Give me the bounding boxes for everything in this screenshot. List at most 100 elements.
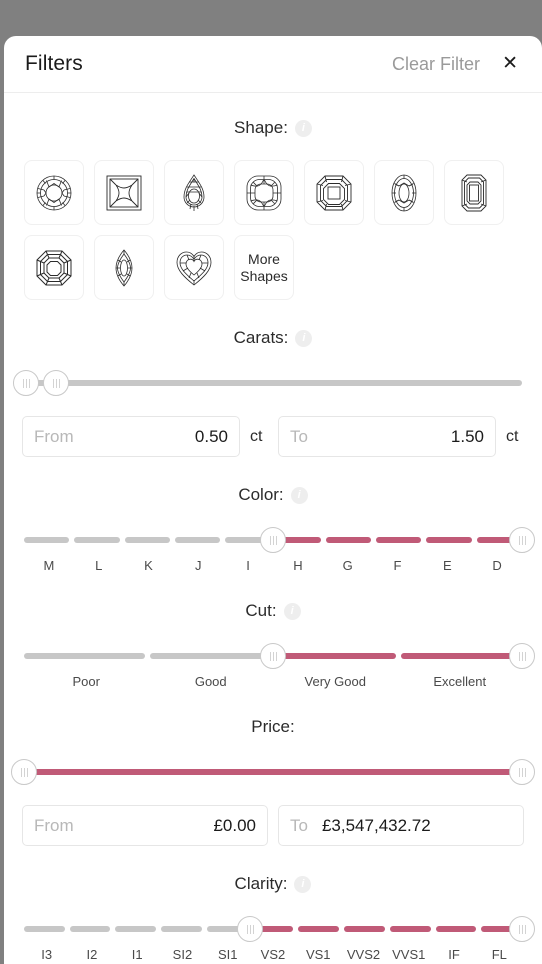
info-icon[interactable]: i <box>294 875 312 893</box>
slider-segment <box>325 537 372 543</box>
color-section: Color: i M L K J I H G F E D <box>4 485 542 573</box>
slider-segment <box>69 926 111 932</box>
slider-segment <box>344 926 385 932</box>
slider-tick-label: J <box>195 558 202 573</box>
shape-tile-pear[interactable] <box>164 160 224 225</box>
shape-tile-asscher[interactable] <box>304 160 364 225</box>
carats-section-title: Carats: i <box>4 328 542 348</box>
modal-body: Shape: i More Shapes Carats: i From 0.50… <box>4 118 542 964</box>
slider-tick-label: VVS2 <box>346 947 381 962</box>
price-from-field[interactable]: From £0.00 <box>22 805 268 846</box>
carats-to-field[interactable]: To 1.50 <box>278 416 496 457</box>
shape-tile-emerald[interactable] <box>444 160 504 225</box>
cut-handle-low[interactable] <box>260 643 286 669</box>
price-section: Price: From £0.00 To £3,547,432.72 <box>4 717 542 846</box>
color-handle-low[interactable] <box>260 527 286 553</box>
shape-tile-princess[interactable] <box>94 160 154 225</box>
heart-icon <box>171 245 217 291</box>
color-section-title: Color: i <box>4 485 542 505</box>
shape-tile-round[interactable] <box>24 160 84 225</box>
slider-segment <box>115 926 157 932</box>
color-ticks: MLKJIHGFED <box>4 558 542 573</box>
slider-tick-label: VVS1 <box>392 947 426 962</box>
slider-segment <box>376 537 422 543</box>
carats-slider[interactable] <box>13 370 522 396</box>
price-handle-high[interactable] <box>509 759 535 785</box>
clarity-slider[interactable] <box>24 916 535 942</box>
price-slider[interactable] <box>11 759 535 785</box>
price-to-field[interactable]: To £3,547,432.72 <box>278 805 524 846</box>
slider-tick-label: E <box>442 558 452 573</box>
cut-ticks: Poor Good Very Good Excellent <box>4 674 542 689</box>
slider-tick-label: M <box>43 558 55 573</box>
clarity-section: Clarity: i I3 I2 I1 SI2 SI1 VS2 VS1 VVS2 VVS1 IF F… <box>4 874 542 962</box>
carats-to-placeholder: To <box>290 426 308 446</box>
carats-track <box>24 380 522 386</box>
slider-segment <box>174 537 221 543</box>
slider-segment <box>435 926 477 932</box>
color-handle-high[interactable] <box>509 527 535 553</box>
close-icon[interactable]: ✕ <box>500 52 520 75</box>
carats-from-field[interactable]: From 0.50 <box>22 416 240 457</box>
carats-handle-low[interactable] <box>13 370 40 396</box>
carats-to-unit: ct <box>506 427 519 445</box>
slider-segment <box>298 926 340 932</box>
info-icon[interactable]: i <box>283 602 301 620</box>
octagon-icon <box>31 245 77 291</box>
carats-inputs: From 0.50 ct To 1.50 ct <box>4 416 542 457</box>
carats-label: Carats: <box>233 328 289 347</box>
oval-icon <box>381 170 427 216</box>
shape-label: Shape: <box>234 118 288 137</box>
clarity-track <box>24 926 523 932</box>
slider-segment <box>389 926 431 932</box>
slider-tick-label: L <box>95 558 103 573</box>
carats-handle-high[interactable] <box>43 370 70 396</box>
shape-tile-marquise[interactable] <box>94 235 154 300</box>
shape-tile-more-shapes[interactable]: More Shapes <box>234 235 294 300</box>
slider-tick-label: F <box>393 558 402 573</box>
slider-tick-label: SI1 <box>217 947 238 962</box>
slider-tick-label: Good <box>194 674 227 689</box>
cut-section-title: Cut: i <box>4 601 542 621</box>
carats-from-unit: ct <box>250 427 263 445</box>
marquise-icon <box>101 245 147 291</box>
cut-handle-high[interactable] <box>509 643 535 669</box>
clarity-label: Clarity: <box>234 874 288 893</box>
shape-tile-cushion[interactable] <box>234 160 294 225</box>
slider-tick-label: I3 <box>41 947 53 962</box>
slider-segment <box>149 653 271 659</box>
price-track <box>24 769 522 775</box>
info-icon[interactable]: i <box>290 486 308 504</box>
clear-filter-button[interactable]: Clear Filter <box>392 54 480 75</box>
slider-tick-label: FL <box>491 947 507 962</box>
price-from-placeholder: From <box>34 815 74 835</box>
slider-segment <box>275 653 397 659</box>
price-handle-low[interactable] <box>11 759 37 785</box>
clarity-handle-low[interactable] <box>237 916 264 942</box>
more-shapes-line1: More <box>248 250 280 267</box>
screen: Filters Clear Filter ✕ Shape: i More Sha… <box>0 0 542 964</box>
cut-slider[interactable] <box>24 643 535 669</box>
slider-tick-label: H <box>293 558 303 573</box>
info-icon[interactable]: i <box>294 119 312 137</box>
slider-tick-label: SI2 <box>172 947 193 962</box>
shape-tile-heart[interactable] <box>164 235 224 300</box>
slider-tick-label: Very Good <box>304 674 366 689</box>
clarity-handle-high[interactable] <box>509 916 535 942</box>
princess-icon <box>101 170 147 216</box>
slider-tick-label: K <box>144 558 153 573</box>
slider-tick-label: D <box>492 558 502 573</box>
slider-tick-label: I <box>246 558 250 573</box>
cut-section: Cut: i Poor Good Very Good Excellent <box>4 601 542 689</box>
carats-section: Carats: i From 0.50 ct To 1.50 ct <box>4 328 542 457</box>
pear-icon <box>171 170 217 216</box>
info-icon[interactable]: i <box>295 329 313 347</box>
carats-from-value: 0.50 <box>194 426 228 446</box>
shape-tile-oval[interactable] <box>374 160 434 225</box>
shape-tile-octagon[interactable] <box>24 235 84 300</box>
slider-tick-label: IF <box>448 947 460 962</box>
color-label: Color: <box>238 485 284 504</box>
price-to-placeholder: To <box>290 815 308 835</box>
cushion-icon <box>241 170 287 216</box>
color-slider[interactable] <box>24 527 535 553</box>
